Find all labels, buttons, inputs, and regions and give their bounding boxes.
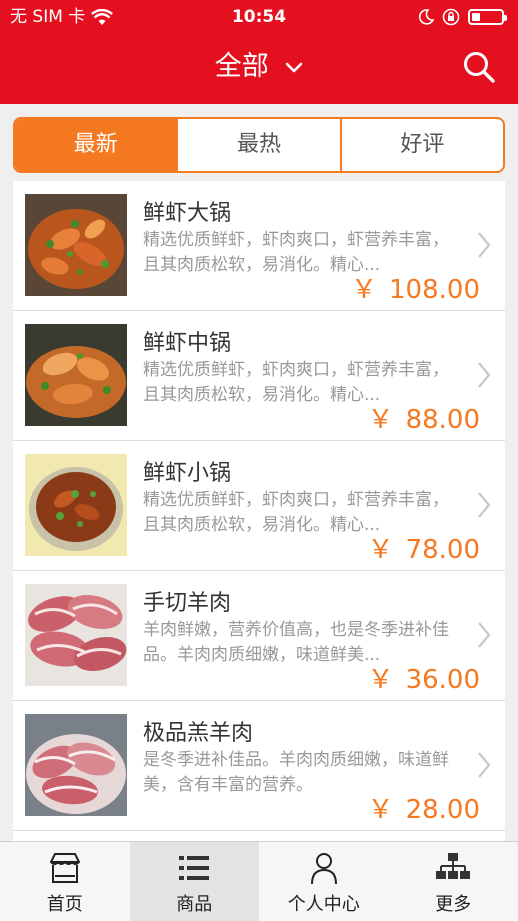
status-bar: 无 SIM 卡 10:54	[0, 0, 518, 34]
chevron-right-icon	[477, 751, 491, 779]
store-icon	[47, 850, 83, 886]
currency-symbol: ￥	[368, 795, 394, 825]
item-name: 鲜虾中锅	[143, 325, 231, 357]
bottom-tab-bar: 首页 商品 个人中心 更多	[0, 841, 518, 921]
list-item[interactable]: 极品羔羊肉 是冬季进补佳品。羊肉肉质细嫩，味道鲜美，含有丰富的营养。 ￥28.0…	[13, 701, 505, 831]
person-icon	[306, 850, 342, 886]
chevron-down-icon	[285, 62, 303, 74]
tab-products[interactable]: 商品	[130, 842, 260, 921]
tab-label: 个人中心	[259, 890, 389, 916]
sort-segment: 最新 最热 好评	[13, 117, 505, 173]
rotation-lock-icon	[442, 8, 460, 26]
product-list: 鲜虾大锅 精选优质鲜虾，虾肉爽口，虾营养丰富，且其肉质松软，易消化。精心... …	[13, 181, 505, 841]
price-value: 28.00	[406, 795, 480, 825]
item-name: 极品羔羊肉	[143, 715, 253, 747]
item-price: ￥ 28.00	[368, 789, 480, 826]
tab-label: 更多	[389, 890, 518, 916]
tab-hottest[interactable]: 最热	[176, 119, 339, 171]
list-item[interactable]: 鲜虾小锅 精选优质鲜虾，虾肉爽口，虾营养丰富，且其肉质松软，易消化。精心... …	[13, 441, 505, 571]
shrimp-pot-image	[25, 454, 127, 556]
lamb-slices-image	[25, 584, 127, 686]
item-name: 手切羊肉	[143, 585, 231, 617]
chevron-right-icon	[477, 621, 491, 649]
tab-best-rated[interactable]: 好评	[340, 119, 503, 171]
item-name: 鲜虾小锅	[143, 455, 231, 487]
price-value: 36.00	[406, 665, 480, 695]
price-value: 78.00	[406, 535, 480, 565]
nav-bar: 全部	[0, 34, 518, 104]
tab-label: 商品	[130, 890, 260, 916]
list-item[interactable]: 鲜虾大锅 精选优质鲜虾，虾肉爽口，虾营养丰富，且其肉质松软，易消化。精心... …	[13, 181, 505, 311]
nav-title-label: 全部	[215, 51, 269, 82]
item-price: ￥ 78.00	[368, 529, 480, 566]
currency-symbol: ￥	[351, 275, 377, 305]
shrimp-pot-image	[25, 194, 127, 296]
shrimp-pot-image	[25, 324, 127, 426]
moon-icon	[418, 9, 434, 25]
battery-level	[472, 13, 480, 21]
tab-newest[interactable]: 最新	[15, 119, 176, 171]
chevron-right-icon	[477, 361, 491, 389]
lamb-slices-image	[25, 714, 127, 816]
category-dropdown[interactable]: 全部	[0, 34, 518, 104]
sitemap-icon	[435, 850, 471, 886]
tab-label: 首页	[0, 890, 130, 916]
chevron-right-icon	[477, 231, 491, 259]
list-icon	[176, 850, 212, 886]
item-price: ￥ 36.00	[368, 659, 480, 696]
status-right	[418, 0, 504, 34]
currency-symbol: ￥	[368, 405, 394, 435]
tab-profile[interactable]: 个人中心	[259, 842, 389, 921]
price-value: 108.00	[389, 275, 480, 305]
currency-symbol: ￥	[368, 535, 394, 565]
chevron-right-icon	[477, 491, 491, 519]
tab-more[interactable]: 更多	[389, 842, 518, 921]
search-icon[interactable]	[462, 50, 496, 84]
app-header: 无 SIM 卡 10:54 全部	[0, 0, 518, 104]
item-price: ￥ 88.00	[368, 399, 480, 436]
price-value: 88.00	[406, 405, 480, 435]
list-item[interactable]: 手切羊肉 羊肉鲜嫩，营养价值高，也是冬季进补佳品。羊肉肉质细嫩，味道鲜美... …	[13, 571, 505, 701]
currency-symbol: ￥	[368, 665, 394, 695]
item-price: ￥ 108.00	[351, 269, 480, 306]
tab-home[interactable]: 首页	[0, 842, 130, 921]
battery-icon	[468, 9, 504, 25]
list-item[interactable]: 鲜虾中锅 精选优质鲜虾，虾肉爽口，虾营养丰富，且其肉质松软，易消化。精心... …	[13, 311, 505, 441]
item-name: 鲜虾大锅	[143, 195, 231, 227]
